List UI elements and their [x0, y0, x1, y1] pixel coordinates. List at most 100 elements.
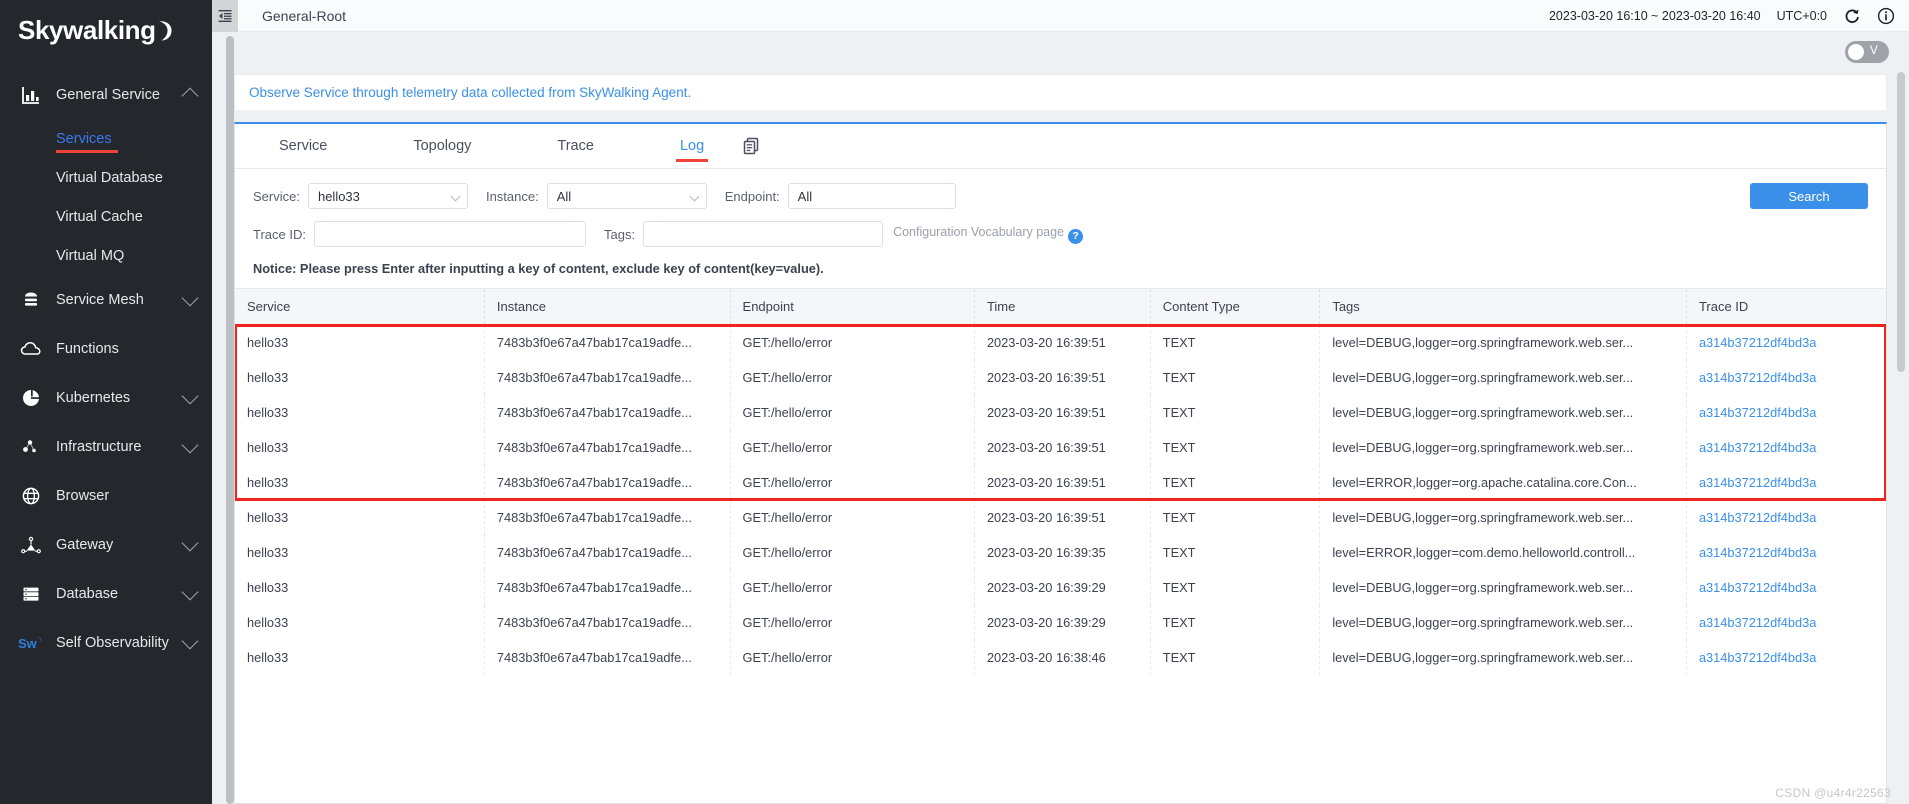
cell-time: 2023-03-20 16:39:51 [974, 464, 1151, 500]
brand-logo[interactable]: Skywalking [0, 0, 212, 60]
refresh-icon[interactable] [1843, 7, 1861, 25]
sidebar-item-virtual-cache[interactable]: Virtual Cache [0, 197, 212, 236]
trace-id-link[interactable]: a314b37212df4bd3a [1699, 580, 1816, 595]
search-button[interactable]: Search [1750, 183, 1868, 209]
cell-tags: level=DEBUG,logger=org.springframework.w… [1319, 359, 1687, 395]
cell-trace-id[interactable]: a314b37212df4bd3a [1686, 500, 1886, 535]
column-header-tags[interactable]: Tags [1319, 288, 1687, 325]
table-row[interactable]: hello33 7483b3f0e67a47bab17ca19adfe... GET… [235, 569, 1886, 605]
column-header-content-type[interactable]: Content Type [1150, 288, 1321, 325]
collapse-sidebar-icon[interactable] [212, 0, 238, 32]
trace-id-link[interactable]: a314b37212df4bd3a [1699, 475, 1816, 490]
page-description-banner: Observe Service through telemetry data c… [234, 74, 1887, 110]
cell-content-type: TEXT [1150, 604, 1321, 640]
content-scrollbar-thumb[interactable] [1897, 72, 1905, 372]
trace-id-link[interactable]: a314b37212df4bd3a [1699, 615, 1816, 630]
sidebar-item-kubernetes[interactable]: Kubernetes [0, 373, 212, 422]
table-row[interactable]: hello33 7483b3f0e67a47bab17ca19adfe... GET… [235, 394, 1886, 430]
log-table-head: Service Instance Endpoint Time Content T… [235, 288, 1886, 325]
app-root: Skywalking General Service Services Virt… [0, 0, 1909, 804]
tab-trace[interactable]: Trace [543, 124, 608, 169]
filter-row-1: Service: hello33 Instance: All Endpoint: [253, 183, 1868, 209]
sidebar-item-gateway[interactable]: Gateway [0, 520, 212, 569]
time-range-picker[interactable]: 2023-03-20 16:10 ~ 2023-03-20 16:40 [1549, 9, 1761, 23]
cell-trace-id[interactable]: a314b37212df4bd3a [1686, 430, 1886, 465]
trace-id-link[interactable]: a314b37212df4bd3a [1699, 650, 1816, 665]
cell-endpoint: GET:/hello/error [730, 429, 975, 465]
copy-duplicate-icon[interactable] [740, 135, 762, 157]
cell-instance: 7483b3f0e67a47bab17ca19adfe... [484, 464, 731, 500]
sidebar-item-functions[interactable]: Functions [0, 324, 212, 373]
gateway-icon [18, 532, 44, 558]
sidebar-item-database[interactable]: Database [0, 569, 212, 618]
cell-trace-id[interactable]: a314b37212df4bd3a [1686, 640, 1886, 675]
endpoint-input[interactable]: All [787, 183, 956, 209]
trace-id-link[interactable]: a314b37212df4bd3a [1699, 440, 1816, 455]
column-header-trace-id[interactable]: Trace ID [1686, 288, 1886, 325]
filter-notice-text: Notice: Please press Enter after inputti… [253, 261, 824, 276]
breadcrumb[interactable]: General-Root [262, 8, 346, 24]
traceid-filter-label: Trace ID: [253, 226, 306, 242]
tab-service[interactable]: Service [265, 124, 341, 169]
configuration-vocabulary-link[interactable]: Configuration Vocabulary page? [893, 225, 1084, 244]
table-row[interactable]: hello33 7483b3f0e67a47bab17ca19adfe... GET… [235, 604, 1886, 640]
cell-time: 2023-03-20 16:39:51 [974, 359, 1151, 395]
tab-label: Service [279, 138, 328, 154]
column-header-service[interactable]: Service [235, 288, 485, 325]
column-header-instance[interactable]: Instance [484, 288, 731, 325]
sidebar-item-services[interactable]: Services [0, 119, 212, 158]
column-header-time[interactable]: Time [974, 288, 1151, 325]
tab-topology[interactable]: Topology [399, 124, 485, 169]
table-row[interactable]: hello33 7483b3f0e67a47bab17ca19adfe... GET… [235, 464, 1886, 500]
view-mode-toggle[interactable]: V [1845, 41, 1889, 63]
trace-id-link[interactable]: a314b37212df4bd3a [1699, 405, 1816, 420]
cell-trace-id[interactable]: a314b37212df4bd3a [1686, 605, 1886, 640]
table-row[interactable]: hello33 7483b3f0e67a47bab17ca19adfe... GET… [235, 429, 1886, 465]
trace-id-link[interactable]: a314b37212df4bd3a [1699, 510, 1816, 525]
content-scrollbar[interactable] [1897, 72, 1905, 802]
cell-trace-id[interactable]: a314b37212df4bd3a [1686, 465, 1886, 500]
cell-tags: level=ERROR,logger=org.apache.catalina.c… [1319, 464, 1687, 500]
cell-trace-id[interactable]: a314b37212df4bd3a [1686, 570, 1886, 605]
cell-tags: level=DEBUG,logger=org.springframework.w… [1319, 569, 1687, 605]
cell-trace-id[interactable]: a314b37212df4bd3a [1686, 360, 1886, 395]
service-select[interactable]: hello33 [307, 183, 468, 209]
cell-trace-id[interactable]: a314b37212df4bd3a [1686, 395, 1886, 430]
endpoint-input-value: All [797, 188, 813, 204]
table-row[interactable]: hello33 7483b3f0e67a47bab17ca19adfe... GET… [235, 534, 1886, 570]
cell-service: hello33 [235, 394, 485, 430]
tab-log[interactable]: Log [666, 124, 718, 169]
help-icon[interactable]: ? [1068, 228, 1084, 244]
filter-row-2: Trace ID: Tags: Configuration Vocabulary… [253, 221, 1868, 247]
cell-content-type: TEXT [1150, 639, 1321, 675]
log-table: Service Instance Endpoint Time Content T… [235, 288, 1886, 675]
tags-input[interactable] [643, 221, 884, 247]
table-row[interactable]: hello33 7483b3f0e67a47bab17ca19adfe... GET… [235, 359, 1886, 395]
sidebar-item-virtual-database[interactable]: Virtual Database [0, 158, 212, 197]
table-row[interactable]: hello33 7483b3f0e67a47bab17ca19adfe... GET… [235, 499, 1886, 535]
info-circle-icon[interactable] [1877, 7, 1895, 25]
page-description-link[interactable]: Observe Service through telemetry data c… [249, 85, 691, 100]
sidebar-label: General Service [56, 86, 160, 103]
sidebar-item-infrastructure[interactable]: Infrastructure [0, 422, 212, 471]
trace-id-link[interactable]: a314b37212df4bd3a [1699, 335, 1816, 350]
cell-content-type: TEXT [1150, 534, 1321, 570]
sidebar-item-browser[interactable]: Browser [0, 471, 212, 520]
column-header-endpoint[interactable]: Endpoint [730, 288, 975, 325]
page-scrollbar-thumb[interactable] [226, 36, 234, 804]
cell-service: hello33 [235, 604, 485, 640]
cell-trace-id[interactable]: a314b37212df4bd3a [1686, 325, 1886, 360]
sidebar-item-self-observability[interactable]: Sw Self Observability [0, 618, 212, 667]
table-row[interactable]: hello33 7483b3f0e67a47bab17ca19adfe... GET… [235, 324, 1886, 360]
sidebar-item-general-service[interactable]: General Service [0, 70, 212, 119]
cell-content-type: TEXT [1150, 569, 1321, 605]
instance-select[interactable]: All [546, 183, 707, 209]
sidebar-item-service-mesh[interactable]: Service Mesh [0, 275, 212, 324]
sidebar-item-virtual-mq[interactable]: Virtual MQ [0, 236, 212, 275]
table-row[interactable]: hello33 7483b3f0e67a47bab17ca19adfe... GET… [235, 639, 1886, 675]
trace-id-link[interactable]: a314b37212df4bd3a [1699, 545, 1816, 560]
cell-trace-id[interactable]: a314b37212df4bd3a [1686, 535, 1886, 570]
trace-id-link[interactable]: a314b37212df4bd3a [1699, 370, 1816, 385]
traceid-input[interactable] [313, 221, 586, 247]
cell-instance: 7483b3f0e67a47bab17ca19adfe... [484, 394, 731, 430]
